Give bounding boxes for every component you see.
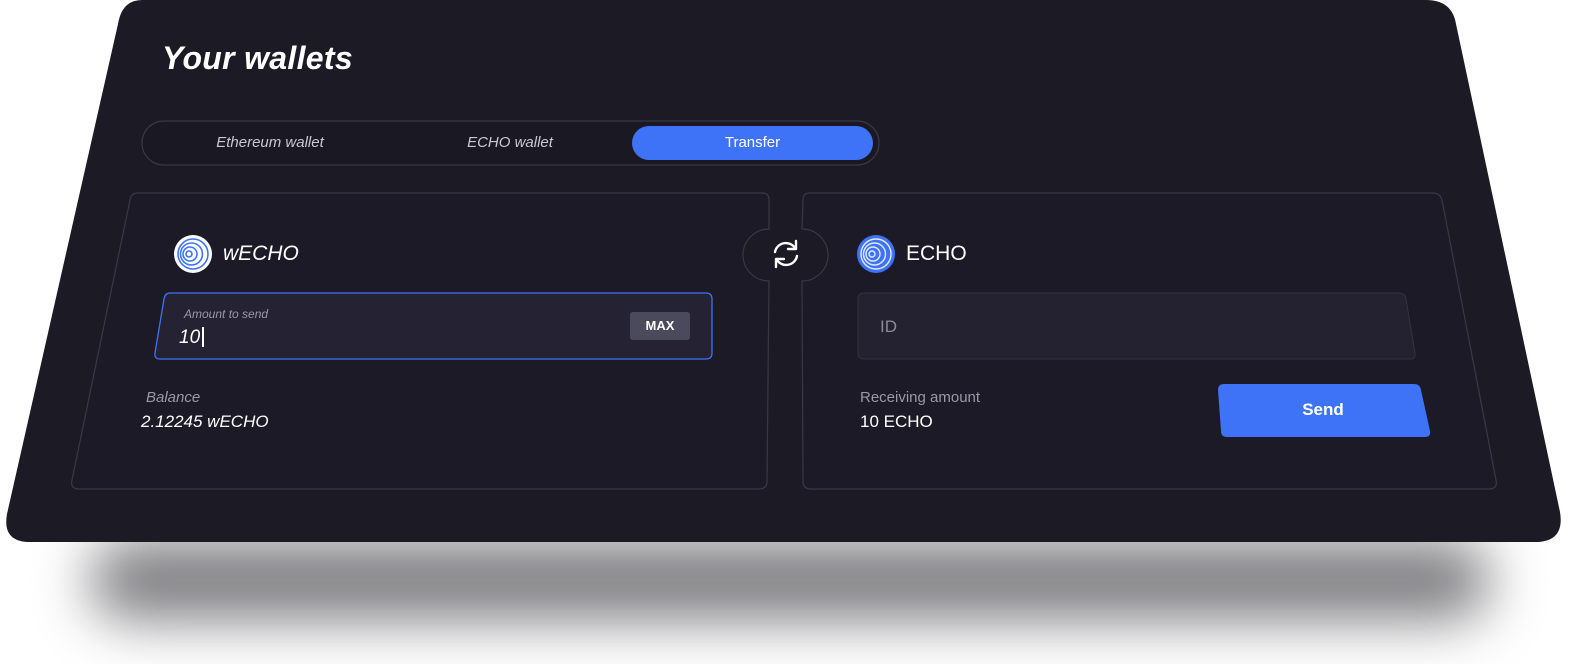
source-coin-name: wECHO <box>223 242 299 265</box>
amount-field-label: Amount to send <box>184 307 269 321</box>
tab-ethereum-wallet[interactable]: Ethereum wallet <box>165 126 375 160</box>
echo-spiral-icon <box>174 235 212 273</box>
amount-input[interactable] <box>179 325 609 351</box>
receiving-amount-value: 10 ECHO <box>860 412 933 431</box>
send-button-shape <box>1218 384 1431 437</box>
balance-label: Balance <box>146 389 201 406</box>
max-button[interactable]: MAX <box>630 312 690 340</box>
echo-spiral-icon <box>857 235 895 273</box>
tab-transfer[interactable]: Transfer <box>632 126 873 160</box>
swap-button[interactable] <box>752 227 818 283</box>
wallet-screen: Your wallets Ethereum wallet ECHO wallet… <box>0 0 1580 664</box>
page-title: Your wallets <box>162 40 353 76</box>
receiving-amount-label: Receiving amount <box>860 389 981 406</box>
id-input[interactable] <box>880 314 1380 340</box>
balance-value: 2.12245 wECHO <box>141 412 269 431</box>
text-cursor <box>202 327 204 347</box>
target-coin-name: ECHO <box>906 242 967 265</box>
tab-echo-wallet[interactable]: ECHO wallet <box>405 126 615 160</box>
